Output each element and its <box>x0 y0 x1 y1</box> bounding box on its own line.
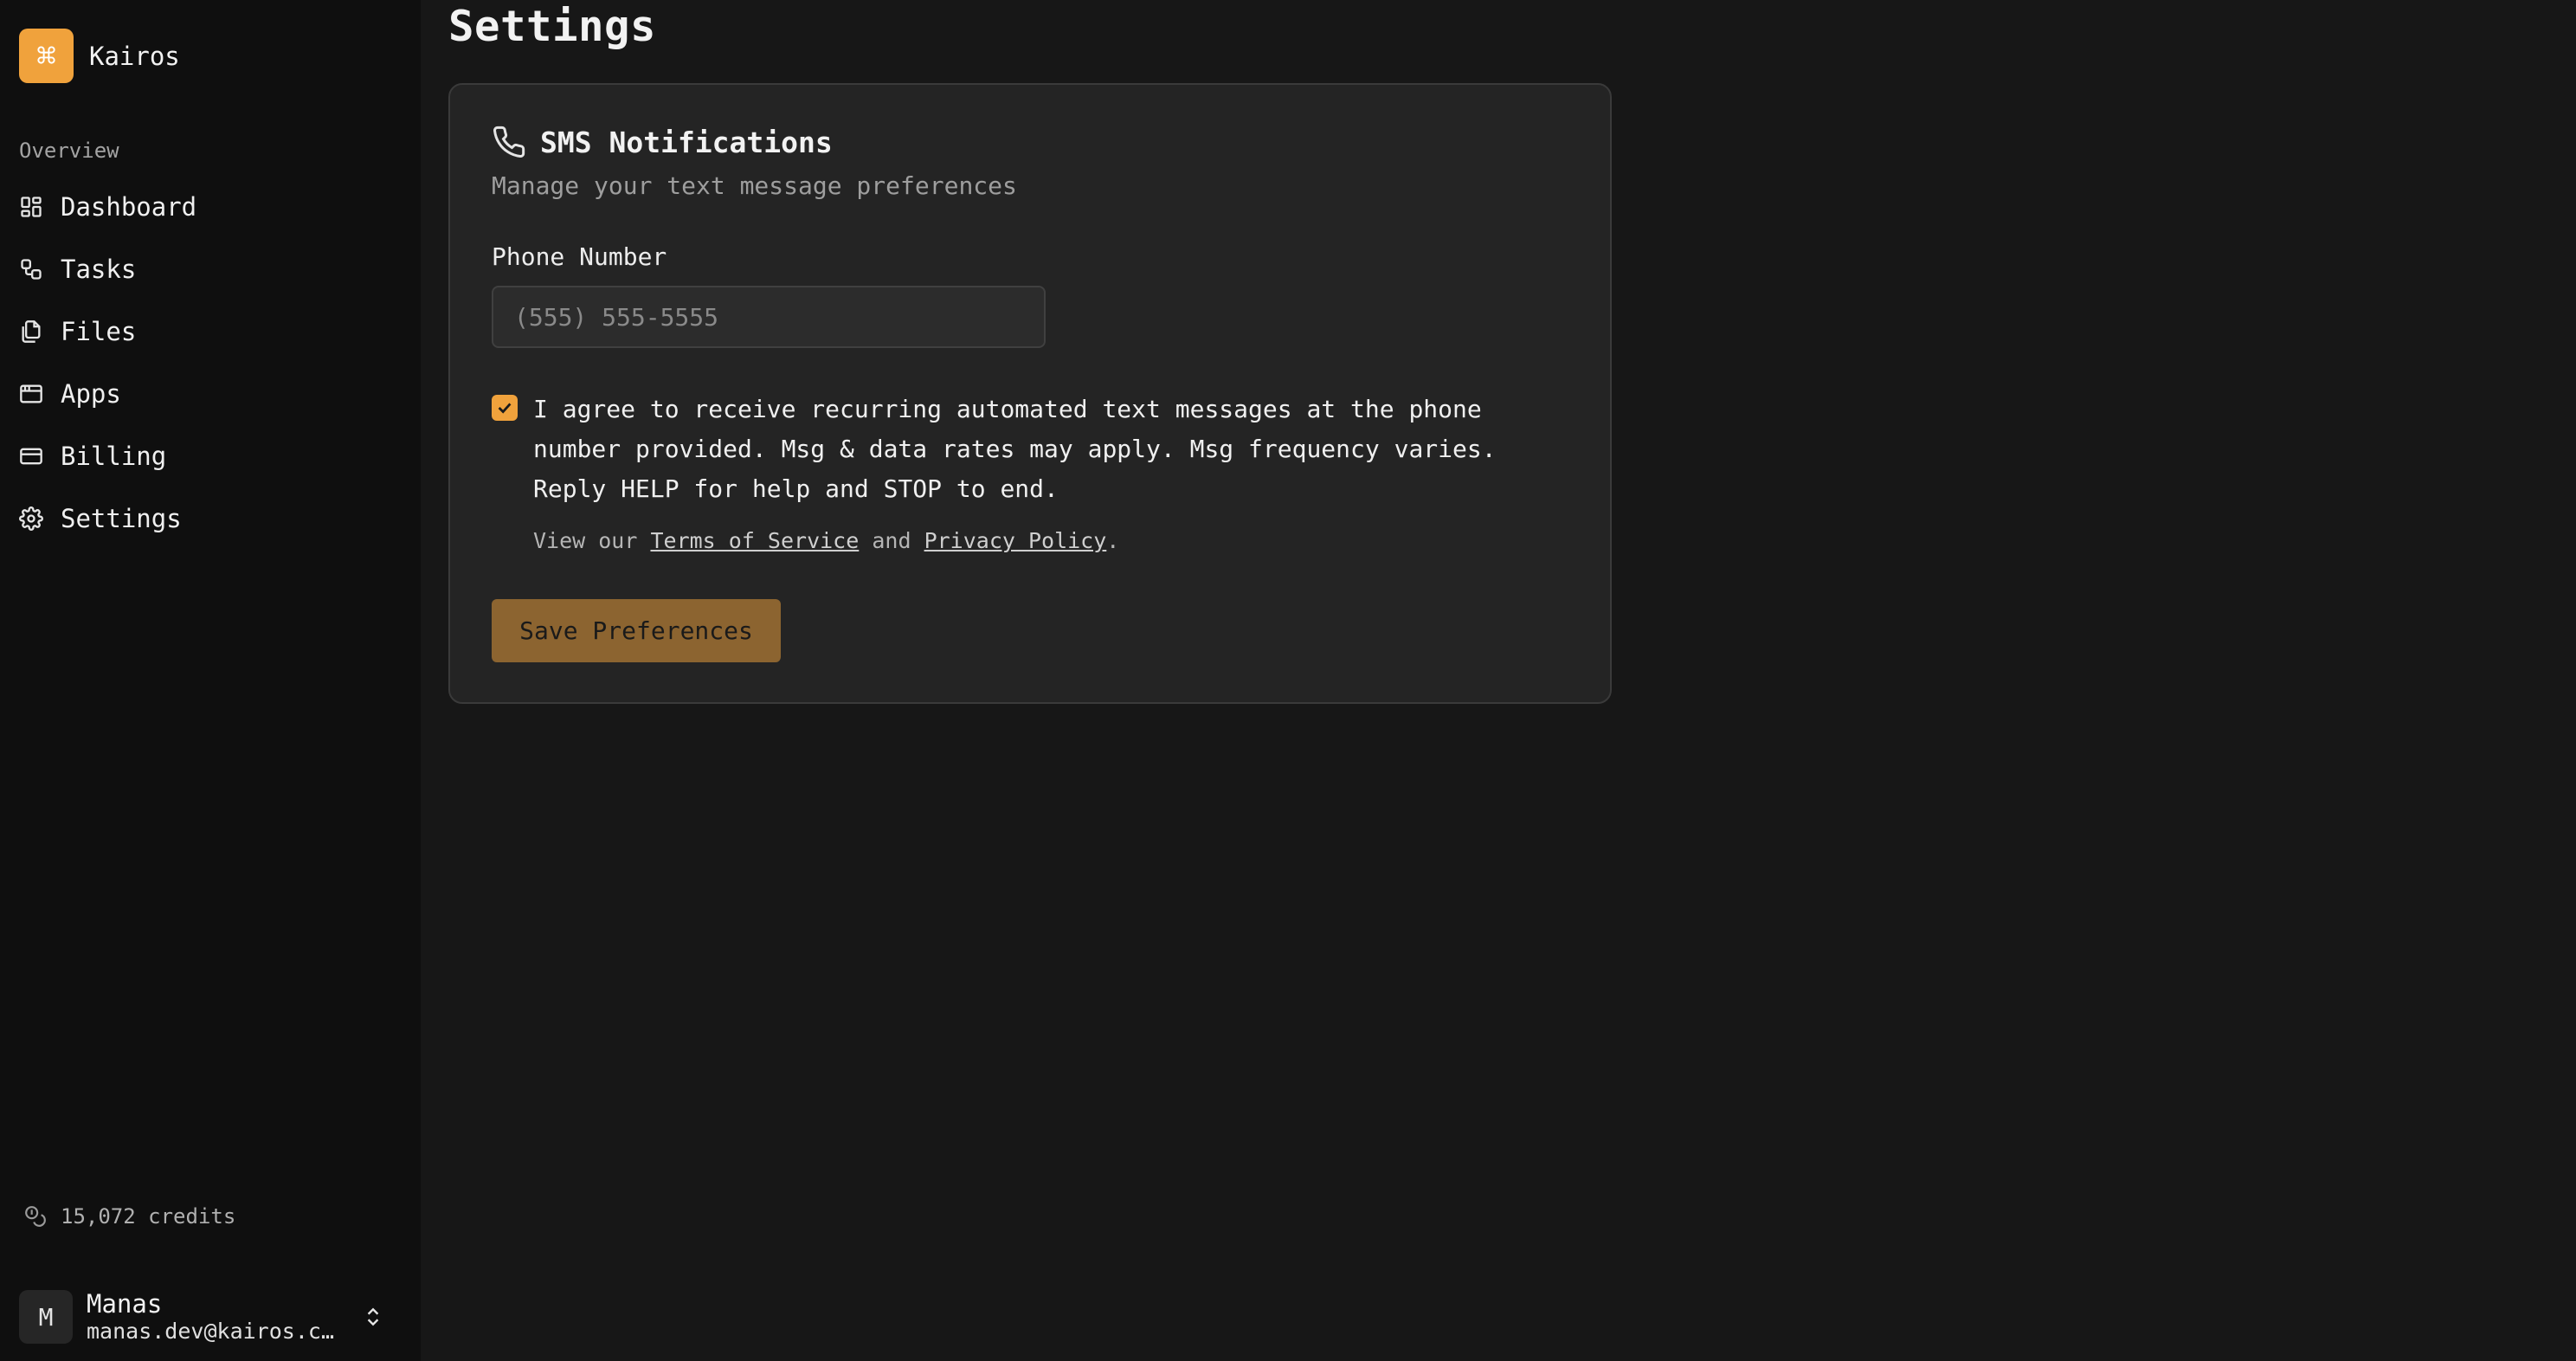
legal-prefix: View our <box>533 528 651 553</box>
phone-number-label: Phone Number <box>492 242 667 271</box>
page-title: Settings <box>448 2 657 51</box>
avatar: M <box>19 1290 73 1344</box>
sidebar-item-tasks[interactable]: Tasks <box>19 238 400 300</box>
sidebar-nav: Dashboard Tasks Files Apps Billing Setti… <box>19 176 400 550</box>
app-root: ⌘ Kairos Overview Dashboard Tasks Files … <box>0 0 2576 1361</box>
user-email: manas.dev@kairos.com <box>87 1319 334 1344</box>
terms-of-service-link[interactable]: Terms of Service <box>650 528 859 553</box>
user-info: Manas manas.dev@kairos.com <box>87 1289 346 1345</box>
brand-logo-icon: ⌘ <box>19 29 74 83</box>
chevrons-up-down-icon[interactable] <box>362 1304 384 1330</box>
check-icon <box>498 403 512 414</box>
save-preferences-button[interactable]: Save Preferences <box>492 599 781 662</box>
sidebar: ⌘ Kairos Overview Dashboard Tasks Files … <box>0 0 421 1361</box>
nav-section-label: Overview <box>19 139 119 163</box>
legal-suffix: . <box>1106 528 1120 553</box>
sidebar-item-label: Dashboard <box>61 192 197 222</box>
privacy-policy-link[interactable]: Privacy Policy <box>924 528 1107 553</box>
consent-text: I agree to receive recurring automated t… <box>533 395 1497 503</box>
coins-icon <box>25 1206 46 1227</box>
sidebar-item-label: Billing <box>61 442 167 471</box>
sms-notifications-card: SMS Notifications Manage your text messa… <box>448 83 1612 704</box>
user-name: Manas <box>87 1289 163 1319</box>
billing-icon <box>20 448 42 465</box>
sms-consent: I agree to receive recurring automated t… <box>492 390 1565 509</box>
brand[interactable]: ⌘ Kairos <box>19 29 180 83</box>
main-content: Settings SMS Notifications Manage your t… <box>421 0 2576 1361</box>
sidebar-item-apps[interactable]: Apps <box>19 363 400 425</box>
credits-balance: 15,072 credits <box>24 1204 235 1229</box>
tasks-icon <box>21 259 42 280</box>
sidebar-item-label: Tasks <box>61 255 137 284</box>
card-title: SMS Notifications <box>540 125 833 159</box>
legal-and: and <box>859 528 924 553</box>
consent-checkbox[interactable] <box>492 395 518 421</box>
sidebar-item-label: Settings <box>61 504 182 533</box>
gear-icon <box>19 506 43 531</box>
sidebar-item-label: Apps <box>61 379 121 409</box>
sidebar-item-dashboard[interactable]: Dashboard <box>19 176 400 238</box>
dashboard-icon <box>21 197 42 217</box>
apps-icon <box>20 384 42 403</box>
sidebar-item-files[interactable]: Files <box>19 300 400 363</box>
legal-links: View our Terms of Service and Privacy Po… <box>533 528 1119 553</box>
sidebar-item-billing[interactable]: Billing <box>19 425 400 487</box>
card-header: SMS Notifications <box>492 125 833 159</box>
phone-icon <box>493 126 525 158</box>
sidebar-item-label: Files <box>61 317 137 346</box>
card-subtitle: Manage your text message preferences <box>492 171 1017 200</box>
brand-name: Kairos <box>89 41 180 71</box>
user-menu[interactable]: M Manas manas.dev@kairos.com <box>19 1287 400 1347</box>
phone-number-input[interactable] <box>492 286 1046 348</box>
files-icon <box>22 320 41 343</box>
credits-text: 15,072 credits <box>61 1204 236 1229</box>
sidebar-item-settings[interactable]: Settings <box>19 487 400 550</box>
